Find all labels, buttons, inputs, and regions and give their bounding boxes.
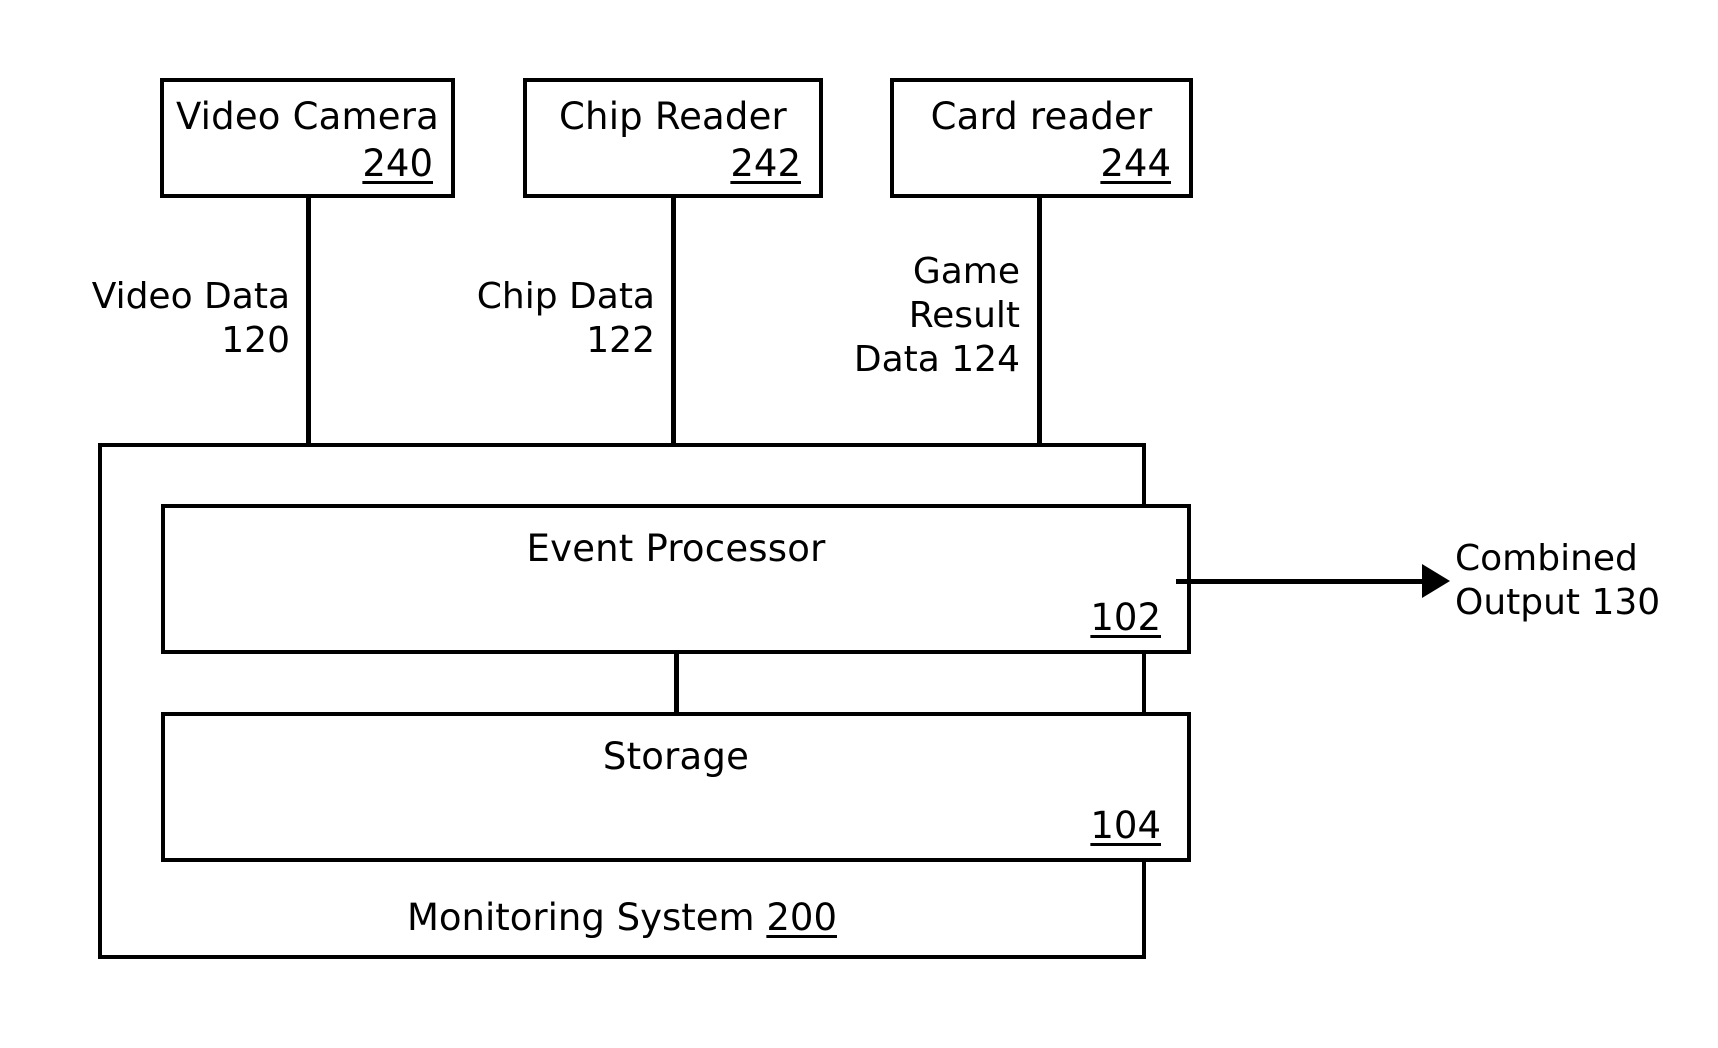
component-box-storage-ref: 104 <box>1090 804 1161 847</box>
source-box-card-reader-ref: 244 <box>1100 142 1171 185</box>
source-box-video-camera-ref: 240 <box>362 142 433 185</box>
component-box-event-processor: Event Processor 102 <box>161 504 1191 654</box>
source-box-card-reader-label: Card reader <box>930 95 1153 138</box>
connector-combined-output-arrowhead <box>1422 564 1450 598</box>
diagram-canvas: Video Camera 240 Chip Reader 242 Card re… <box>0 0 1718 1048</box>
source-box-chip-reader-label: Chip Reader <box>559 95 787 138</box>
source-box-chip-reader-ref: 242 <box>730 142 801 185</box>
component-box-event-processor-label: Event Processor <box>526 527 826 570</box>
component-box-storage: Storage 104 <box>161 712 1191 862</box>
connector-combined-output-line <box>1176 579 1426 584</box>
monitoring-system-container: Event Processor 102 Storage 104 Monitori… <box>98 443 1191 959</box>
connector-processor-to-storage <box>674 654 679 714</box>
output-label-combined-output: Combined Output 130 <box>1455 538 1661 623</box>
source-box-chip-reader: Chip Reader 242 <box>523 78 823 198</box>
source-box-card-reader: Card reader 244 <box>890 78 1193 198</box>
flow-label-chip-data: Chip Data 122 <box>476 276 655 361</box>
monitoring-system-label: Monitoring System 200 <box>102 896 1142 939</box>
monitoring-system-ref: 200 <box>766 896 837 939</box>
component-box-event-processor-ref: 102 <box>1090 596 1161 639</box>
component-box-storage-label: Storage <box>602 735 750 778</box>
source-box-video-camera: Video Camera 240 <box>160 78 455 198</box>
monitoring-system-label-text: Monitoring System <box>407 896 767 939</box>
source-box-video-camera-label: Video Camera <box>175 95 440 138</box>
flow-label-video-data: Video Data 120 <box>91 276 290 361</box>
flow-label-game-result-data: Game Result Data 124 <box>853 251 1020 380</box>
